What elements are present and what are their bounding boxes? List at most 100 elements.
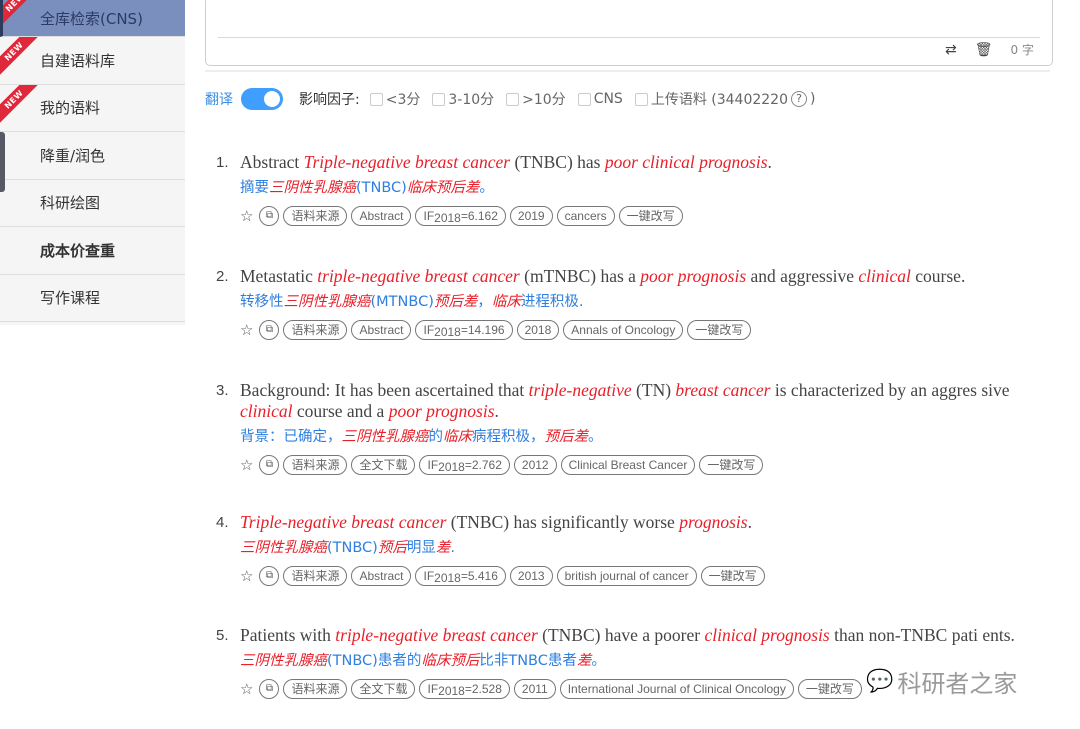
tag-pill[interactable]: 一键改写 — [797, 679, 862, 699]
tag-pill[interactable]: IF2018=6.162 — [415, 206, 506, 226]
translate-toggle[interactable] — [241, 88, 283, 110]
copy-icon[interactable]: ⧉ — [259, 566, 280, 586]
star-icon[interactable]: ☆ — [240, 321, 253, 339]
tag-pill[interactable]: 语料来源 — [283, 320, 348, 340]
tag-pill[interactable]: 全文下载 — [351, 455, 416, 475]
tag-pill[interactable]: 2013 — [509, 566, 553, 586]
text-segment: Background: It has been ascertained that — [240, 380, 529, 400]
checkbox[interactable] — [432, 92, 446, 106]
filter-lt3[interactable]: <3分 — [369, 89, 420, 109]
text-segment: 病程积极， — [472, 429, 545, 445]
copy-icon[interactable]: ⧉ — [259, 455, 280, 475]
copy-icon[interactable]: ⧉ — [259, 679, 280, 699]
highlight-term: 临床预后 — [421, 653, 480, 669]
tag-pill[interactable]: 2018 — [516, 320, 560, 340]
text-segment: 的 — [428, 429, 444, 445]
tag-pill[interactable]: Abstract — [351, 206, 412, 226]
tag-pill[interactable]: 一键改写 — [687, 320, 752, 340]
highlight-term: 三阴性乳腺癌 — [341, 429, 429, 445]
tag-pill[interactable]: 语料来源 — [283, 679, 348, 699]
text-segment: (TNBC) has — [510, 152, 605, 172]
checkbox[interactable] — [369, 92, 383, 106]
translate-label: 翻译 — [205, 92, 233, 108]
result-item: 1. Abstract Triple-negative breast cancer… — [216, 152, 1036, 226]
highlight-term: breast cancer — [675, 380, 771, 400]
result-english: 4. Triple-negative breast cancer (TNBC) h… — [216, 512, 1036, 533]
star-icon[interactable]: ☆ — [240, 456, 253, 474]
section-divider — [205, 70, 1050, 72]
tag-pill[interactable]: Abstract — [351, 566, 412, 586]
text-segment: 。 — [588, 429, 603, 445]
highlight-term: 三阴性乳腺癌 — [269, 180, 356, 196]
filter-cns[interactable]: CNS — [577, 91, 623, 107]
tag-pill[interactable]: cancers — [556, 206, 615, 226]
trash-icon[interactable]: 🗑 — [975, 42, 993, 58]
result-meta: ☆ ⧉ 语料来源 Abstract IF2018=6.162 2019 cancers 一键改… — [240, 206, 1036, 226]
text-segment: 。 — [591, 653, 606, 669]
tag-pill[interactable]: IF2018=14.196 — [415, 320, 513, 340]
tag-pill[interactable]: IF2018=2.762 — [419, 455, 510, 475]
tag-pill[interactable]: 2012 — [513, 455, 557, 475]
tag-pill[interactable]: Clinical Breast Cancer — [560, 455, 696, 475]
swap-icon[interactable]: ⇄ — [945, 42, 957, 58]
sidebar-item-2[interactable]: NEW 我的语料 — [0, 84, 185, 132]
tag-pill[interactable]: International Journal of Clinical Oncolo… — [559, 679, 794, 699]
tag-pill[interactable]: 2019 — [509, 206, 553, 226]
filter-gt10[interactable]: >10分 — [506, 89, 566, 109]
text-segment: . — [747, 512, 752, 532]
text-segment: Patients with — [240, 625, 336, 645]
text-segment: 转移性 — [240, 294, 284, 310]
text-segment: 。 — [479, 180, 494, 196]
tag-pill[interactable]: Abstract — [351, 320, 412, 340]
sidebar-item-5[interactable]: 成本价查重 — [0, 227, 185, 275]
sidebar-collapse-handle[interactable] — [0, 132, 5, 192]
star-icon[interactable]: ☆ — [240, 680, 253, 698]
checkbox[interactable] — [634, 92, 648, 106]
sidebar-item-3[interactable]: 降重/润色 — [0, 132, 185, 180]
highlight-term: 三阴性乳腺癌 — [240, 540, 327, 556]
star-icon[interactable]: ☆ — [240, 567, 253, 585]
sidebar-item-4[interactable]: 科研绘图 — [0, 180, 185, 227]
help-icon[interactable]: ? — [791, 91, 807, 107]
result-meta: ☆ ⧉ 语料来源 全文下载 IF2018=2.762 2012 Clinical Breas… — [240, 455, 1036, 475]
tag-pill[interactable]: 语料来源 — [283, 206, 348, 226]
tag-pill[interactable]: 一键改写 — [618, 206, 683, 226]
tag-pill[interactable]: Annals of Oncology — [563, 320, 684, 340]
search-input-box[interactable]: ⇄ 🗑 0 字 — [205, 0, 1053, 66]
tag-pill[interactable]: british journal of cancer — [556, 566, 697, 586]
sidebar-item-label: 自建语料库 — [40, 51, 116, 70]
text-segment: . — [450, 540, 455, 556]
toggle-knob — [264, 91, 280, 107]
checkbox[interactable] — [577, 92, 591, 106]
result-item: 2. Metastatic triple-negative breast canc… — [216, 266, 1036, 340]
new-badge: NEW — [0, 37, 39, 76]
sidebar-item-6[interactable]: 写作课程 — [0, 275, 185, 322]
english-sentence: Triple-negative breast cancer (TNBC) has… — [240, 512, 1036, 533]
sidebar-item-1[interactable]: NEW 自建语料库 — [0, 37, 185, 85]
tag-pill[interactable]: 语料来源 — [283, 455, 348, 475]
tag-pill[interactable]: 2011 — [513, 679, 556, 699]
checkbox[interactable] — [506, 92, 520, 106]
result-meta: ☆ ⧉ 语料来源 Abstract IF2018=14.196 2018 Annals of… — [240, 320, 1036, 340]
result-english: 5. Patients with triple-negative breast c… — [216, 625, 1036, 646]
tag-pill[interactable]: 一键改写 — [699, 455, 764, 475]
tag-pill[interactable]: 一键改写 — [700, 566, 765, 586]
wechat-icon: 💬 — [866, 669, 894, 694]
text-segment: (TNBC)患者的 — [327, 653, 422, 669]
star-icon[interactable]: ☆ — [240, 207, 253, 225]
copy-icon[interactable]: ⧉ — [259, 206, 280, 226]
text-segment: course. — [910, 266, 966, 286]
text-segment: (TNBC) have a poorer — [537, 625, 705, 645]
copy-icon[interactable]: ⧉ — [259, 320, 280, 340]
sidebar-item-0[interactable]: NEW 全库检索(CNS) — [0, 0, 185, 37]
tag-pill[interactable]: 语料来源 — [283, 566, 348, 586]
tag-pill[interactable]: IF2018=5.416 — [415, 566, 506, 586]
highlight-term: 预后差 — [544, 429, 589, 445]
filter-uploaded[interactable]: 上传语料 (34402220?) — [634, 89, 815, 109]
result-item: 4. Triple-negative breast cancer (TNBC) h… — [216, 512, 1036, 586]
tag-pill[interactable]: 全文下载 — [351, 679, 416, 699]
result-english: 3. Background: It has been ascertained th… — [216, 380, 1036, 422]
filter-3-10[interactable]: 3-10分 — [432, 89, 494, 109]
text-segment: (mTNBC) has a — [519, 266, 641, 286]
tag-pill[interactable]: IF2018=2.528 — [419, 679, 510, 699]
